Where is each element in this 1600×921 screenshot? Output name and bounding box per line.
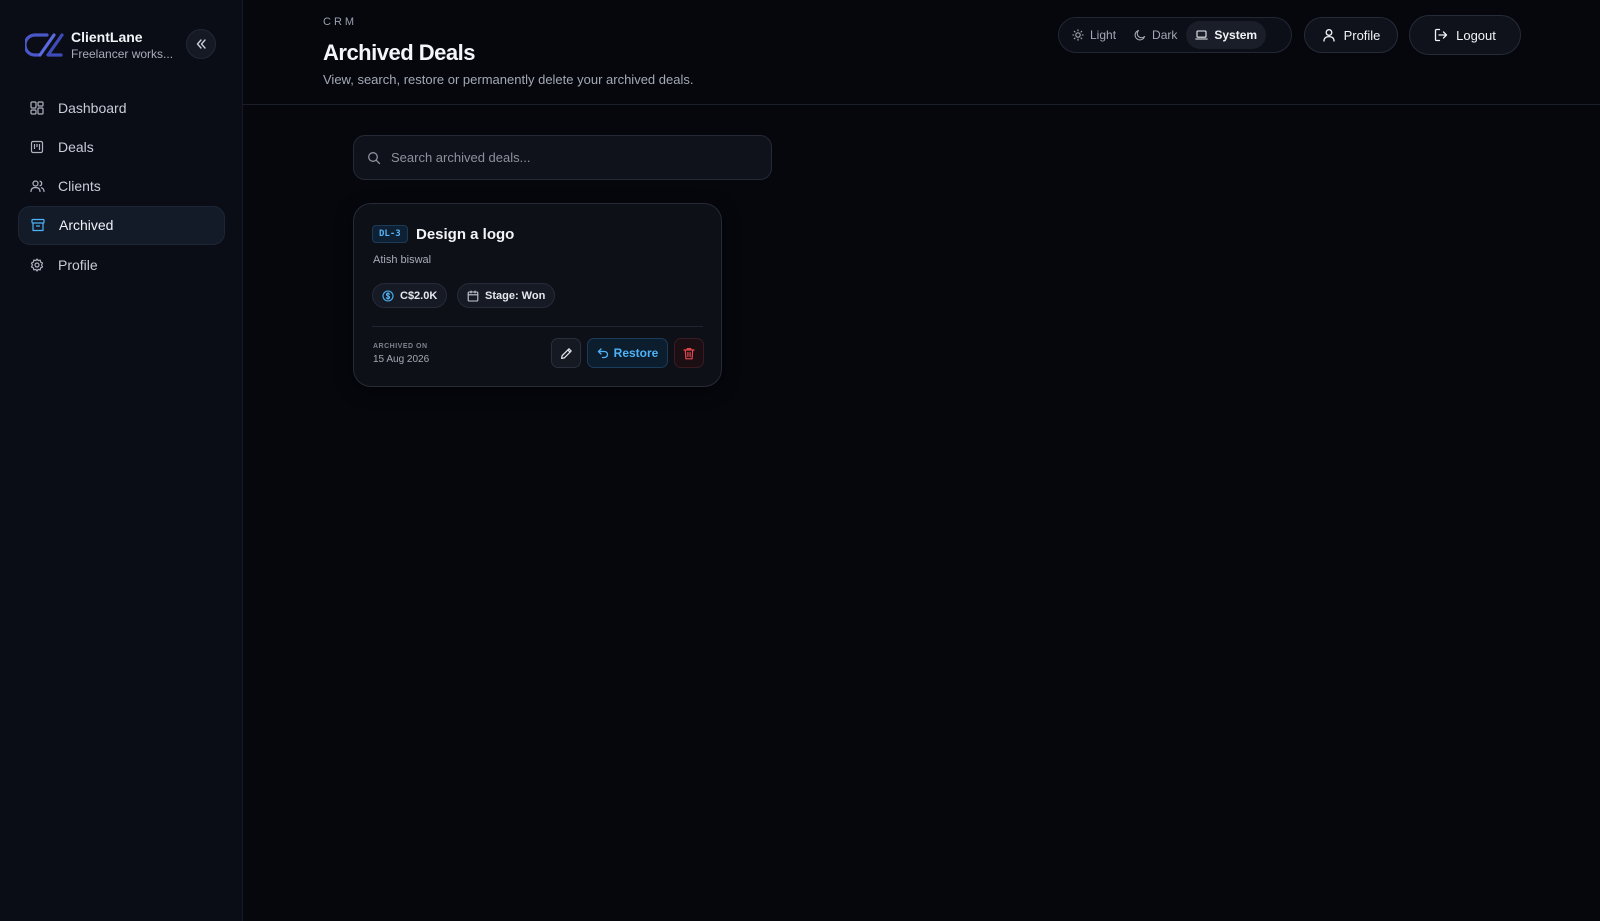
sidebar-item-label: Clients: [58, 178, 101, 195]
sidebar: ClientLane Freelancer works... Dashboard…: [0, 0, 243, 921]
clientlane-logo-icon: [25, 33, 64, 57]
gear-icon: [29, 257, 45, 273]
dollar-circle-icon: [382, 289, 394, 302]
deal-title: Design a logo: [416, 226, 515, 243]
laptop-icon: [1195, 30, 1209, 40]
dashboard-icon: [29, 100, 45, 116]
card-divider: [372, 326, 703, 327]
chevrons-left-icon: [196, 39, 206, 49]
profile-button-label: Profile: [1343, 27, 1381, 43]
deal-client: Atish biswal: [373, 254, 432, 266]
deal-code-badge: DL-3: [372, 225, 408, 243]
edit-deal-button[interactable]: [551, 338, 581, 368]
sidebar-item-dashboard[interactable]: Dashboard: [18, 88, 225, 127]
logout-icon: [1434, 28, 1448, 42]
logout-button-label: Logout: [1456, 27, 1496, 43]
archive-icon: [30, 217, 46, 233]
theme-system-option[interactable]: System: [1186, 21, 1267, 49]
deal-value: C$2.0K: [400, 289, 438, 302]
theme-dark-option[interactable]: Dark: [1125, 21, 1186, 49]
sidebar-item-label: Dashboard: [58, 99, 127, 116]
theme-switcher: Light Dark System: [1058, 17, 1292, 53]
section-label: CRM: [323, 16, 358, 28]
sidebar-item-label: Deals: [58, 138, 94, 155]
user-icon: [1322, 29, 1335, 42]
brand-name: ClientLane: [71, 29, 143, 45]
deal-card: DL-3 Design a logo Atish biswal C$2.0K S…: [353, 203, 722, 387]
sidebar-item-deals[interactable]: Deals: [18, 127, 225, 166]
sidebar-item-profile[interactable]: Profile: [18, 245, 225, 284]
sidebar-item-archived[interactable]: Archived: [18, 205, 225, 245]
deals-icon: [29, 139, 45, 155]
theme-light-option[interactable]: Light: [1063, 21, 1125, 49]
page-header: CRM Archived Deals View, search, restore…: [243, 0, 1600, 105]
sun-icon: [1072, 29, 1084, 41]
theme-light-label: Light: [1090, 28, 1117, 42]
restore-button-label: Restore: [613, 346, 659, 360]
archived-date: 15 Aug 2026: [373, 354, 430, 365]
trash-icon: [683, 347, 695, 359]
search-box: [353, 135, 772, 180]
search-icon: [368, 151, 381, 164]
delete-deal-button[interactable]: [674, 338, 704, 368]
sidebar-item-label: Profile: [58, 256, 98, 273]
users-icon: [29, 178, 45, 194]
search-input[interactable]: [391, 150, 771, 165]
restore-deal-button[interactable]: Restore: [587, 338, 668, 368]
app-root: ClientLane Freelancer works... Dashboard…: [0, 0, 1600, 921]
moon-icon: [1134, 29, 1146, 41]
pencil-icon: [560, 347, 572, 359]
archived-on-label: ARCHIVED ON: [373, 343, 428, 350]
theme-system-label: System: [1214, 28, 1258, 42]
page-subtitle: View, search, restore or permanently del…: [323, 72, 694, 87]
undo-icon: [597, 348, 608, 359]
calendar-icon: [467, 289, 479, 302]
logout-button[interactable]: Logout: [1409, 15, 1521, 55]
profile-button[interactable]: Profile: [1304, 17, 1398, 53]
deal-stage: Stage: Won: [485, 289, 546, 302]
sidebar-item-label: Archived: [59, 217, 114, 234]
deal-value-chip: C$2.0K: [372, 283, 448, 308]
sidebar-item-clients[interactable]: Clients: [18, 167, 225, 206]
page-title: Archived Deals: [323, 40, 475, 65]
sidebar-nav: Dashboard Deals Clients Archived Profile: [18, 88, 225, 284]
deal-stage-chip: Stage: Won: [457, 283, 556, 308]
theme-dark-label: Dark: [1152, 28, 1178, 42]
collapse-sidebar-button[interactable]: [186, 29, 216, 59]
brand-subtitle: Freelancer works...: [71, 47, 174, 61]
